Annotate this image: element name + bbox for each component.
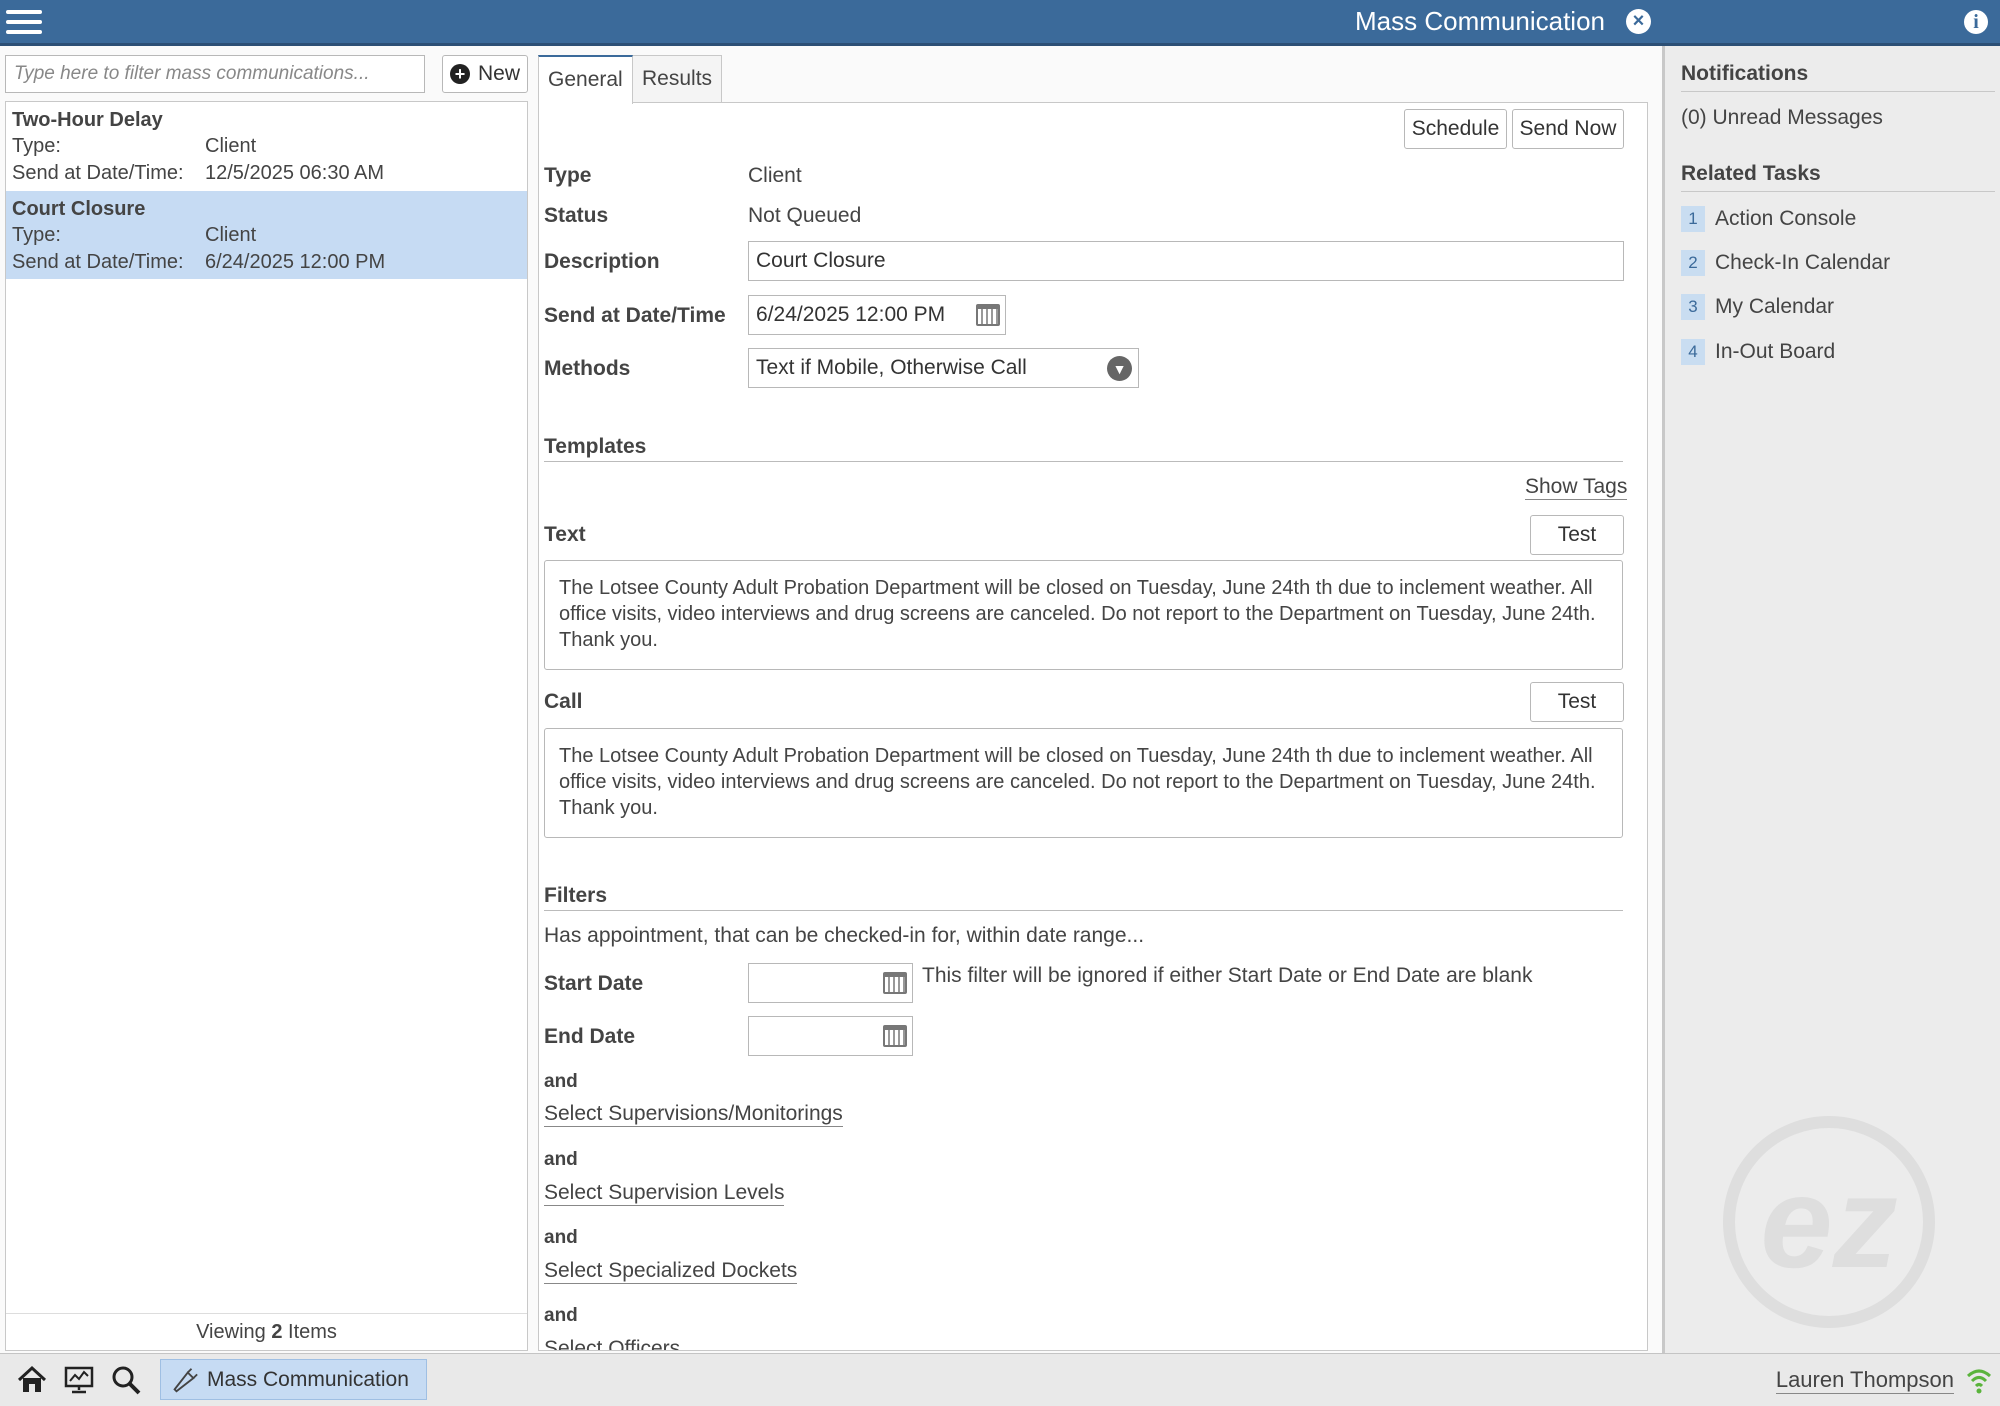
home-icon[interactable] [16, 1364, 48, 1396]
status-label: Status [544, 204, 609, 227]
connection-signal-icon [1966, 1369, 1992, 1394]
select-specialized-dockets-link[interactable]: Select Specialized Dockets [544, 1259, 798, 1284]
task-label: My Calendar [1715, 295, 1835, 318]
search-icon[interactable] [110, 1364, 142, 1396]
status-value: Not Queued [748, 204, 862, 227]
end-date-label: End Date [544, 1025, 636, 1048]
task-number: 1 [1681, 206, 1705, 232]
related-tasks-heading: Related Tasks [1681, 162, 1995, 192]
list-item-title: Two-Hour Delay [12, 109, 163, 131]
info-icon[interactable]: i [1964, 10, 1988, 34]
filters-heading: Filters [544, 884, 1623, 911]
list-item-type-key: Type: [12, 224, 61, 246]
and-label: and [544, 1149, 578, 1170]
new-button-label: New [477, 62, 520, 85]
end-date-input[interactable] [748, 1016, 913, 1056]
filter-note: This filter will be ignored if either St… [922, 964, 1533, 987]
list-item-send-key: Send at Date/Time: [12, 251, 184, 273]
close-icon[interactable]: × [1626, 9, 1651, 34]
templates-heading: Templates [544, 435, 1623, 462]
filters-intro: Has appointment, that can be checked-in … [544, 924, 1145, 947]
tab-general[interactable]: General [538, 55, 633, 104]
type-label: Type [544, 164, 592, 187]
test-text-button[interactable]: Test [1530, 515, 1624, 555]
calendar-icon[interactable] [883, 972, 907, 994]
mass-communication-list: Two-Hour Delay Type: Client Send at Date/… [5, 101, 528, 1351]
call-template-body[interactable]: The Lotsee County Adult Probation Depart… [544, 728, 1623, 838]
notifications-heading: Notifications [1681, 62, 1995, 92]
detail-panel: Schedule Send Now Type Client Status Not… [538, 102, 1648, 1351]
plus-icon: + [449, 64, 470, 84]
test-call-button[interactable]: Test [1530, 682, 1624, 722]
list-item-send-value: 6/24/2025 12:00 PM [205, 251, 386, 273]
show-tags-link[interactable]: Show Tags [1525, 475, 1628, 500]
select-officers-link[interactable]: Select Officers [544, 1337, 680, 1350]
and-label: and [544, 1071, 578, 1092]
schedule-button[interactable]: Schedule [1404, 109, 1507, 149]
hamburger-menu-icon[interactable] [6, 6, 42, 36]
chevron-down-icon[interactable]: ▼ [1107, 356, 1132, 381]
task-label: In-Out Board [1715, 340, 1836, 363]
and-label: and [544, 1227, 578, 1248]
and-label: and [544, 1305, 578, 1326]
related-task-in-out-board[interactable]: 4 In-Out Board [1681, 337, 1835, 367]
list-item[interactable]: Court Closure Type: Client Send at Date/T… [6, 191, 527, 279]
methods-select[interactable]: Text if Mobile, Otherwise Call ▼ [748, 348, 1139, 388]
task-number: 3 [1681, 294, 1705, 320]
user-name-link[interactable]: Lauren Thompson [1775, 1367, 1954, 1394]
call-template-label: Call [544, 690, 583, 713]
dashboard-monitor-icon[interactable] [63, 1364, 95, 1396]
start-date-label: Start Date [544, 972, 644, 995]
unread-messages[interactable]: (0) Unread Messages [1681, 106, 1883, 130]
description-input[interactable]: Court Closure [748, 241, 1624, 281]
task-number: 4 [1681, 339, 1705, 365]
task-number: 2 [1681, 250, 1705, 276]
calendar-icon[interactable] [976, 304, 1000, 326]
select-supervisions-link[interactable]: Select Supervisions/Monitorings [544, 1102, 843, 1127]
footer-count: 2 [271, 1321, 283, 1343]
task-label: Check-In Calendar [1715, 251, 1891, 274]
right-sidebar: Notifications (0) Unread Messages Relate… [1662, 46, 2000, 1353]
description-label: Description [544, 250, 660, 273]
taskbar-mass-communication[interactable]: Mass Communication [160, 1359, 427, 1400]
list-footer: Viewing 2 Items [6, 1313, 527, 1350]
start-date-input[interactable] [748, 963, 913, 1003]
tab-results[interactable]: Results [632, 55, 723, 102]
app-title: Mass Communication [1355, 6, 1605, 36]
taskbar: Mass Communication Lauren Thompson [0, 1353, 2000, 1406]
list-item-send-value: 12/5/2025 06:30 AM [205, 162, 385, 184]
send-now-button[interactable]: Send Now [1512, 109, 1624, 149]
send-datetime-input[interactable]: 6/24/2025 12:00 PM [748, 295, 1006, 335]
related-task-check-in-calendar[interactable]: 2 Check-In Calendar [1681, 248, 1890, 278]
send-datetime-label: Send at Date/Time [544, 304, 726, 327]
filter-input[interactable] [5, 55, 425, 93]
ez-logo-watermark: ez [1723, 1116, 1935, 1328]
list-item-type-key: Type: [12, 135, 61, 157]
send-datetime-value: 6/24/2025 12:00 PM [756, 303, 946, 326]
taskbar-active-label: Mass Communication [207, 1368, 409, 1391]
title-bar: Mass Communication × i [0, 0, 2000, 46]
methods-value: Text if Mobile, Otherwise Call [756, 356, 1027, 379]
related-task-action-console[interactable]: 1 Action Console [1681, 204, 1856, 234]
footer-suffix: Items [288, 1321, 337, 1343]
text-template-body[interactable]: The Lotsee County Adult Probation Depart… [544, 560, 1623, 670]
type-value: Client [748, 164, 802, 187]
new-button[interactable]: + New [442, 55, 528, 93]
text-template-label: Text [544, 523, 586, 546]
related-task-my-calendar[interactable]: 3 My Calendar [1681, 292, 1834, 322]
broadcast-icon [173, 1368, 198, 1393]
list-item[interactable]: Two-Hour Delay Type: Client Send at Date/… [6, 102, 527, 190]
calendar-icon[interactable] [883, 1025, 907, 1047]
footer-prefix: Viewing [196, 1321, 266, 1343]
select-supervision-levels-link[interactable]: Select Supervision Levels [544, 1181, 785, 1206]
list-item-title: Court Closure [12, 198, 146, 220]
list-item-type-value: Client [205, 135, 257, 157]
list-item-send-key: Send at Date/Time: [12, 162, 184, 184]
methods-label: Methods [544, 357, 631, 380]
task-label: Action Console [1715, 207, 1857, 230]
list-item-type-value: Client [205, 224, 257, 246]
